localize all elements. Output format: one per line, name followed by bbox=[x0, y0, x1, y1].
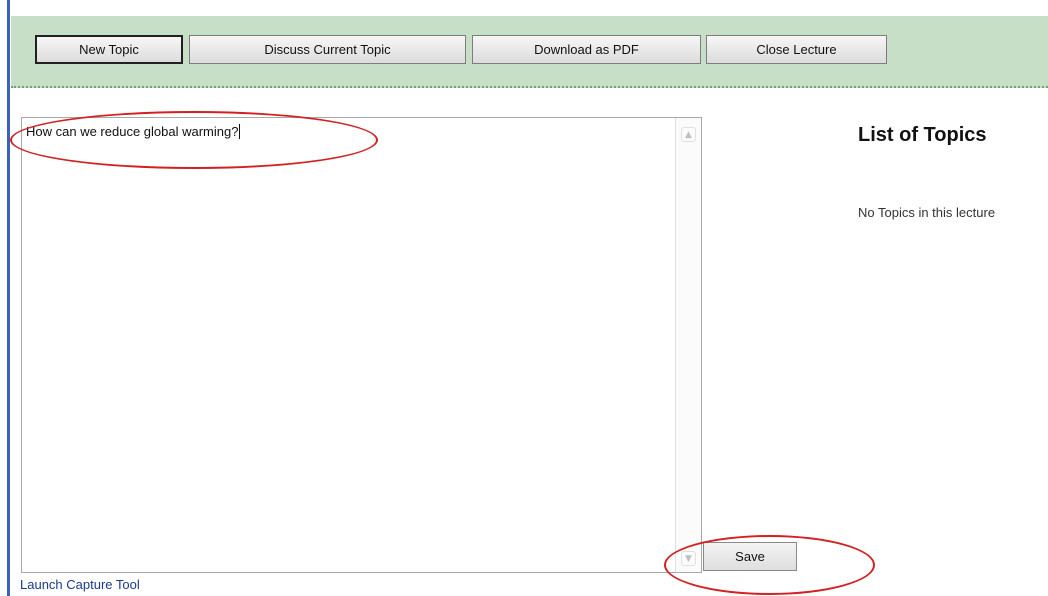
new-topic-button[interactable]: New Topic bbox=[35, 35, 183, 64]
download-pdf-button[interactable]: Download as PDF bbox=[472, 35, 701, 64]
toolbar: New Topic Discuss Current Topic Download… bbox=[11, 16, 1048, 88]
chevron-up-icon[interactable]: ▲ bbox=[681, 127, 696, 142]
topics-heading: List of Topics bbox=[858, 124, 987, 146]
close-lecture-button[interactable]: Close Lecture bbox=[706, 35, 887, 64]
topic-text-area[interactable]: How can we reduce global warming? ▲ ▼ bbox=[21, 117, 702, 573]
vertical-scrollbar[interactable]: ▲ ▼ bbox=[675, 118, 701, 572]
chevron-down-icon[interactable]: ▼ bbox=[681, 551, 696, 566]
topic-text-value: How can we reduce global warming? bbox=[26, 124, 241, 139]
text-caret bbox=[239, 124, 241, 139]
save-button[interactable]: Save bbox=[703, 542, 797, 571]
topics-empty-message: No Topics in this lecture bbox=[858, 205, 996, 220]
left-border bbox=[7, 0, 10, 596]
discuss-current-topic-button[interactable]: Discuss Current Topic bbox=[189, 35, 466, 64]
launch-capture-tool-link[interactable]: Launch Capture Tool bbox=[20, 577, 140, 592]
